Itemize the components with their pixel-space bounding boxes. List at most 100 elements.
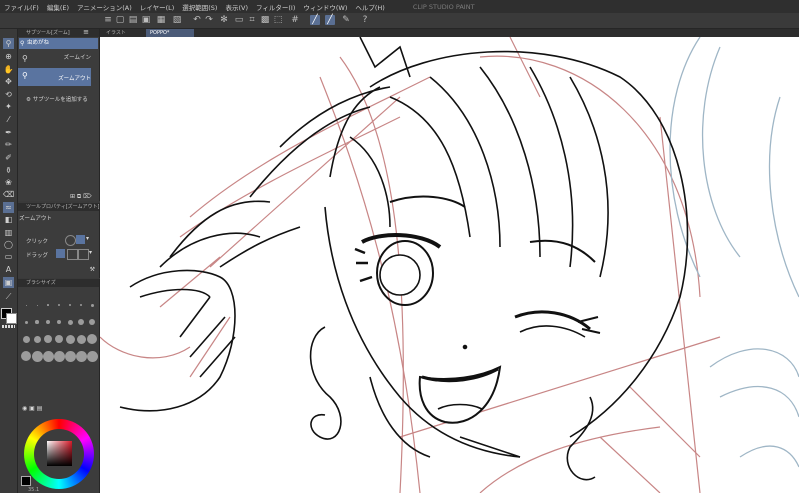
brush-size-preset[interactable] bbox=[31, 350, 43, 362]
brush-icon[interactable]: ✎ bbox=[341, 15, 351, 25]
deselect-icon[interactable]: ▭ bbox=[234, 15, 244, 25]
brush-size-preset[interactable] bbox=[36, 304, 38, 306]
color-wheel-tab-icon[interactable]: ◉ ▣ ▤ bbox=[22, 405, 42, 412]
sketch-drawing bbox=[100, 37, 799, 493]
text-tool-icon[interactable]: A bbox=[3, 264, 14, 275]
lasso-tool-icon[interactable]: ⟲ bbox=[3, 89, 14, 100]
menu-file[interactable]: ファイル(F) bbox=[0, 2, 43, 12]
tool-property-header: ツールプロパティ[ズームアウト] bbox=[18, 203, 99, 211]
brush-size-preset[interactable] bbox=[22, 335, 30, 343]
brush-size-preset[interactable] bbox=[47, 304, 49, 306]
tab-illust[interactable]: イラスト bbox=[102, 29, 130, 37]
redo-icon[interactable]: ↷ bbox=[204, 15, 214, 25]
zoom-plus-icon[interactable]: ⊕ bbox=[3, 51, 14, 62]
drag-option-3[interactable] bbox=[78, 249, 89, 260]
undo-icon[interactable]: ↶ bbox=[192, 15, 202, 25]
fill-tool-icon[interactable]: ◧ bbox=[3, 214, 14, 225]
subtool-item-zoom-out[interactable]: ⚲ ズームアウト bbox=[18, 68, 91, 86]
brush-size-preset[interactable] bbox=[76, 334, 86, 344]
brush-size-preset[interactable] bbox=[55, 335, 63, 343]
tool-palette: ⚲ ⊕ ✋ ✥ ⟲ ✦ ⁄ ✒ ✏ ✐ ⚱ ❀ ⌫ ≈ ◧ ▥ ◯ ▭ A ▣ … bbox=[0, 29, 18, 493]
open-icon[interactable]: ▤ bbox=[128, 15, 138, 25]
menu-animation[interactable]: アニメーション(A) bbox=[73, 2, 136, 12]
hand-tool-icon[interactable]: ✋ bbox=[3, 64, 14, 75]
export-icon[interactable]: ▦ bbox=[156, 15, 166, 25]
brush-size-preset[interactable] bbox=[89, 319, 95, 325]
airbrush-tool-icon[interactable]: ⚱ bbox=[3, 165, 14, 176]
subtool-group-zoom[interactable]: ⚲ 虫めがね bbox=[19, 38, 98, 49]
menu-selection[interactable]: 選択範囲(S) bbox=[178, 2, 221, 12]
eyedropper-icon[interactable]: ⁄ bbox=[3, 114, 14, 125]
color-indicator[interactable] bbox=[21, 476, 31, 486]
brush-size-preset[interactable] bbox=[78, 319, 84, 325]
pen-line-icon-2[interactable]: ╱ bbox=[325, 15, 335, 25]
brush-size-preset[interactable] bbox=[65, 334, 75, 344]
balloon-tool-icon[interactable]: ▣ bbox=[3, 277, 14, 288]
tab-poppo[interactable]: POPPO* bbox=[146, 29, 194, 37]
image-icon[interactable]: ▧ bbox=[172, 15, 182, 25]
transparent-color-icon[interactable] bbox=[2, 325, 15, 328]
crop-icon[interactable]: ⌗ bbox=[247, 15, 257, 25]
panel-menu-icon[interactable]: ≡ bbox=[83, 28, 89, 36]
spinner-icon[interactable]: ✻ bbox=[219, 15, 229, 25]
zoom-tool-icon[interactable]: ⚲ bbox=[3, 38, 14, 49]
brush-size-preset[interactable] bbox=[35, 320, 39, 324]
menu-layer[interactable]: レイヤー(L) bbox=[136, 2, 179, 12]
drag-option-1[interactable] bbox=[56, 249, 65, 258]
transform-icon[interactable]: ⬚ bbox=[273, 15, 283, 25]
move-tool-icon[interactable]: ✥ bbox=[3, 76, 14, 87]
brush-size-preset[interactable] bbox=[87, 334, 97, 344]
brush-size-preset[interactable] bbox=[33, 335, 41, 343]
frame-tool-icon[interactable]: ▭ bbox=[3, 251, 14, 262]
figure-tool-icon[interactable]: ◯ bbox=[3, 239, 14, 250]
brush-tool-icon[interactable]: ✐ bbox=[3, 152, 14, 163]
color-saturation-square[interactable] bbox=[47, 441, 72, 466]
menu-window[interactable]: ウィンドウ(W) bbox=[299, 2, 351, 12]
pencil-tool-icon[interactable]: ✏ bbox=[3, 139, 14, 150]
new-canvas-icon[interactable]: ▢ bbox=[115, 15, 125, 25]
menu-filter[interactable]: フィルター(I) bbox=[252, 2, 299, 12]
help-icon[interactable]: ? bbox=[360, 15, 370, 25]
gradient-tool-icon[interactable]: ▥ bbox=[3, 227, 14, 238]
color-wheel[interactable] bbox=[24, 419, 94, 489]
brush-size-preset[interactable] bbox=[75, 350, 87, 362]
brush-size-preset[interactable] bbox=[67, 319, 73, 325]
wrench-icon[interactable]: ⚒ bbox=[90, 266, 95, 273]
add-subtool-button[interactable]: ⚙ サブツールを追加する bbox=[26, 95, 88, 103]
sub-color-swatch[interactable] bbox=[6, 313, 17, 324]
menu-edit[interactable]: 編集(E) bbox=[43, 2, 73, 12]
brush-size-preset[interactable] bbox=[21, 351, 31, 361]
correct-line-icon[interactable]: ⟋ bbox=[3, 291, 14, 302]
brush-size-preset[interactable] bbox=[86, 350, 98, 362]
brush-size-preset[interactable] bbox=[24, 320, 28, 324]
pen-line-icon[interactable]: ╱ bbox=[310, 15, 320, 25]
brush-size-preset[interactable] bbox=[53, 350, 65, 362]
subtool-item-zoom-in[interactable]: ⚲ ズームイン bbox=[18, 53, 91, 67]
magic-wand-icon[interactable]: ✦ bbox=[3, 101, 14, 112]
decoration-tool-icon[interactable]: ❀ bbox=[3, 177, 14, 188]
brush-size-preset[interactable] bbox=[44, 335, 52, 343]
subtool-item-label: ズームイン bbox=[63, 55, 91, 61]
drag-option-2[interactable] bbox=[67, 249, 78, 260]
grid-icon[interactable]: # bbox=[290, 15, 300, 25]
eraser-tool-icon[interactable]: ⌫ bbox=[3, 189, 14, 200]
blend-tool-icon[interactable]: ≈ bbox=[3, 202, 14, 213]
menu-help[interactable]: ヘルプ(H) bbox=[351, 2, 388, 12]
brush-size-preset[interactable] bbox=[58, 304, 60, 306]
drag-dropdown-icon[interactable]: ▾ bbox=[89, 249, 92, 256]
brush-size-preset[interactable] bbox=[64, 350, 76, 362]
menu-icon[interactable]: ≡ bbox=[103, 15, 113, 25]
brush-size-preset[interactable] bbox=[69, 304, 71, 306]
menu-view[interactable]: 表示(V) bbox=[221, 2, 252, 12]
brush-size-preset[interactable] bbox=[46, 320, 50, 324]
click-zoom-out-option[interactable] bbox=[76, 235, 85, 244]
fill-icon[interactable]: ▩ bbox=[260, 15, 270, 25]
brush-size-preset[interactable] bbox=[90, 303, 94, 307]
save-icon[interactable]: ▣ bbox=[141, 15, 151, 25]
brush-size-preset[interactable] bbox=[25, 304, 27, 306]
click-dropdown-icon[interactable]: ▾ bbox=[86, 235, 89, 242]
click-zoom-in-option[interactable] bbox=[65, 235, 76, 246]
pen-tool-icon[interactable]: ✒ bbox=[3, 127, 14, 138]
drawing-canvas[interactable] bbox=[100, 37, 799, 493]
brush-size-preset[interactable] bbox=[42, 350, 54, 362]
